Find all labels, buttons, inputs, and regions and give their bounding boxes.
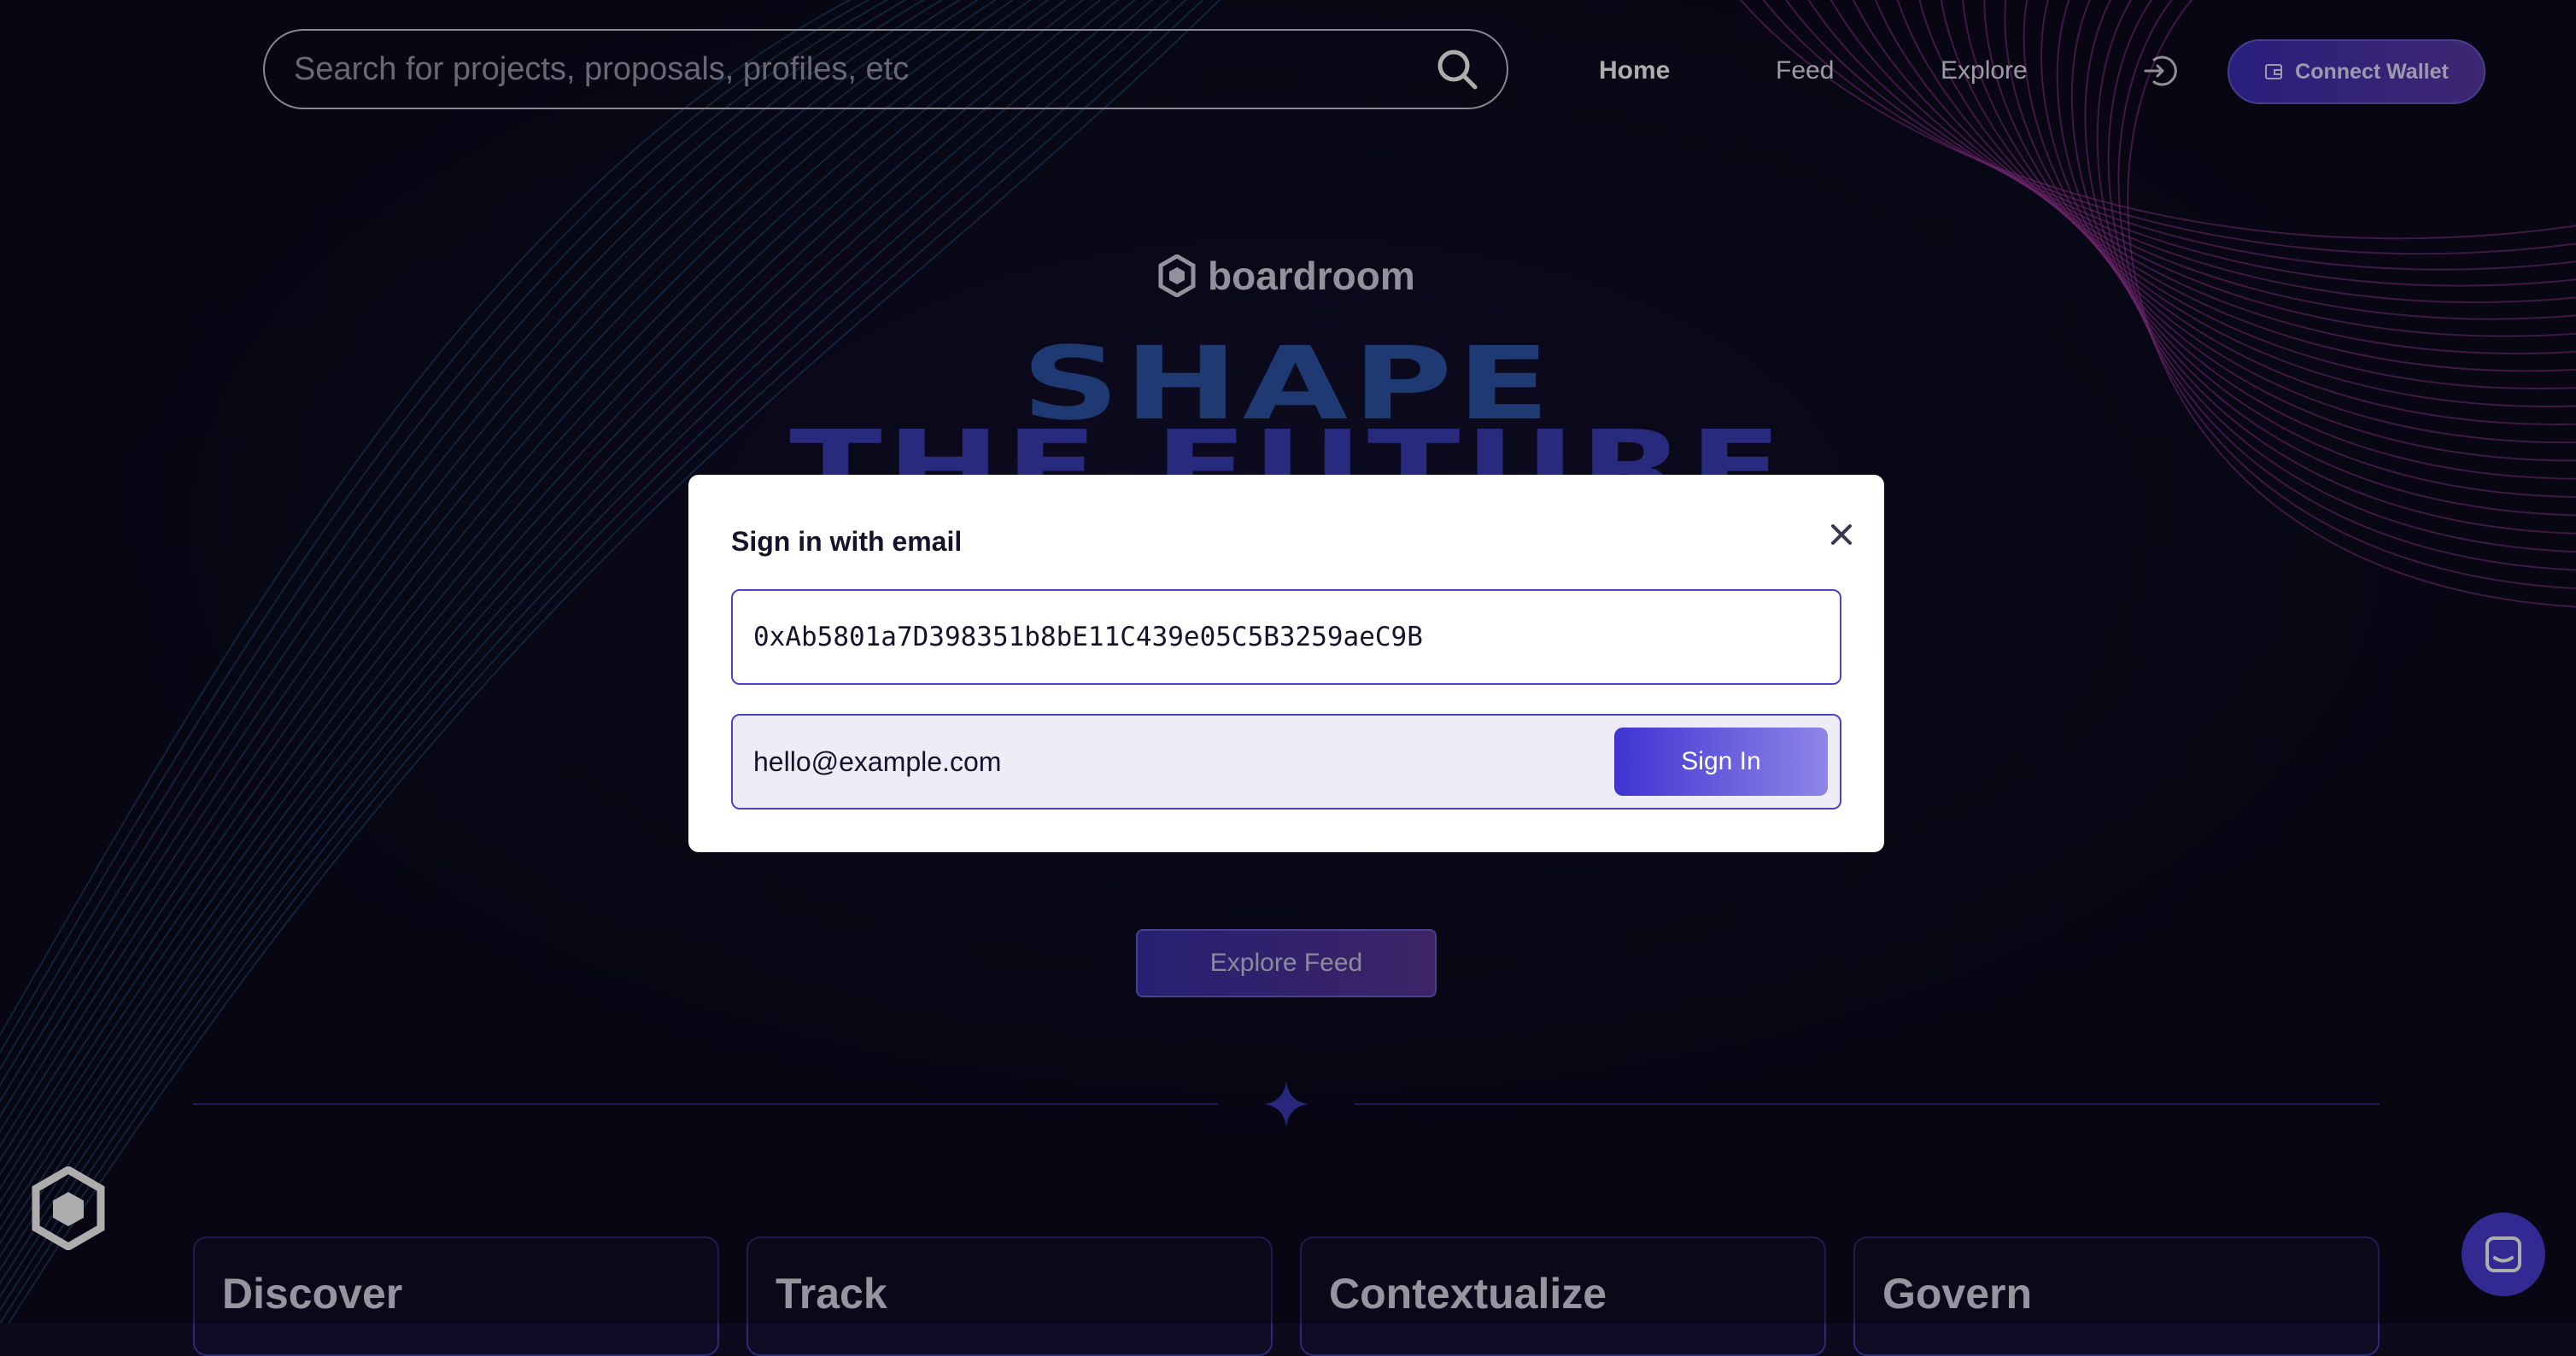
email-field[interactable]: Sign In xyxy=(731,714,1841,810)
wallet-address-field[interactable] xyxy=(731,589,1841,685)
email-input[interactable] xyxy=(752,745,1614,779)
sign-in-modal: Sign in with email Sign In xyxy=(688,475,1884,852)
modal-title: Sign in with email xyxy=(731,526,963,557)
close-icon[interactable] xyxy=(1819,512,1864,557)
wallet-address-input[interactable] xyxy=(752,621,1821,653)
sign-in-button[interactable]: Sign In xyxy=(1614,728,1828,796)
